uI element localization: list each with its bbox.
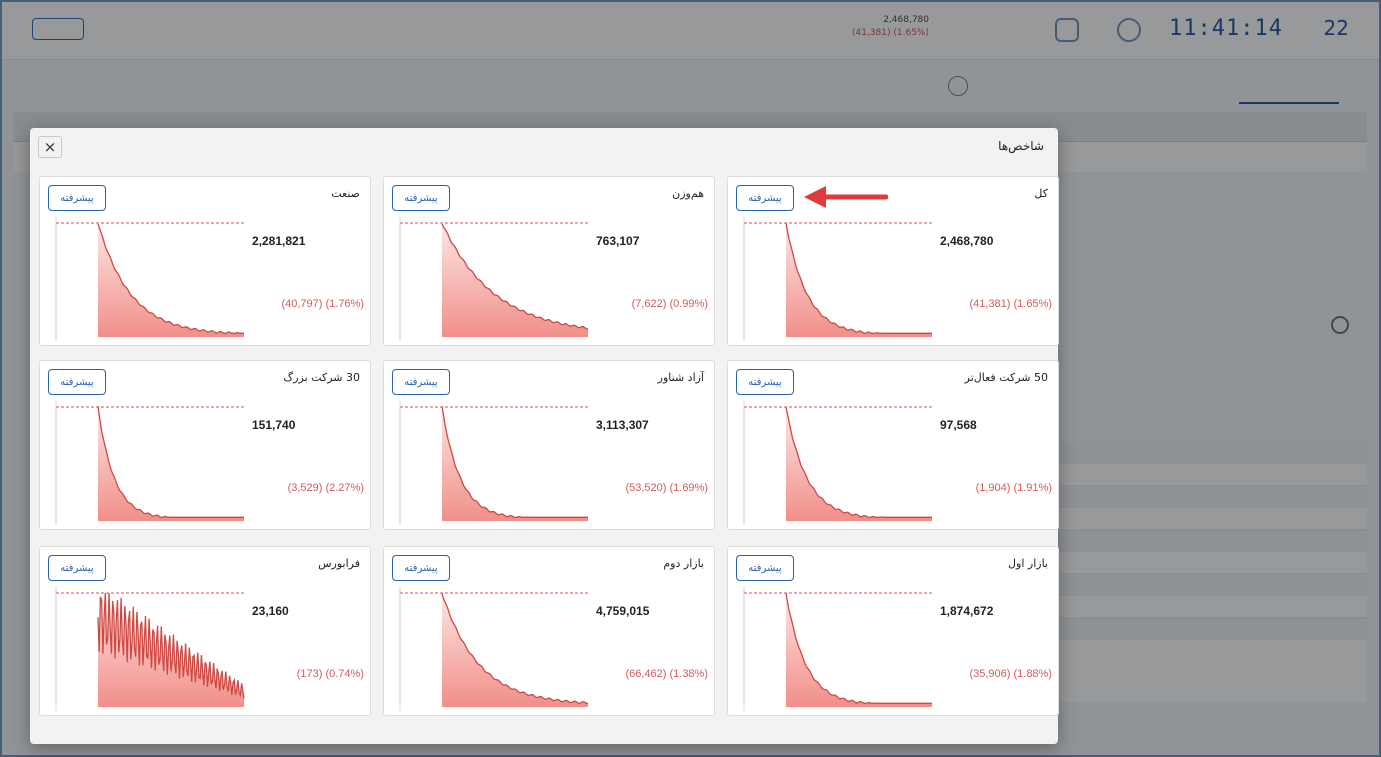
card-title: کل [1034, 187, 1048, 200]
index-value: 151,740 [252, 418, 296, 432]
card-title: بازار دوم [663, 557, 704, 570]
chart-area [786, 407, 932, 521]
chart-area [442, 223, 588, 337]
index-change: (3,529) (2.27%) [287, 482, 364, 494]
card-title: صنعت [331, 187, 360, 200]
index-sparkline [399, 401, 588, 525]
chart-area [786, 223, 932, 337]
index-card-farabourse: فرابورس پیشرفته 23,160 (173) (0.74%) [39, 546, 371, 716]
modal-header: شاخص‌ها × [30, 128, 1058, 166]
card-title: فرابورس [318, 557, 360, 570]
card-title: آزاد شناور [657, 371, 704, 384]
close-icon: × [43, 138, 57, 156]
advanced-button[interactable]: پیشرفته [48, 185, 106, 211]
red-arrow-icon [804, 186, 888, 208]
index-value: 23,160 [252, 604, 289, 618]
index-card-top30: 30 شرکت بزرگ پیشرفته 151,740 (3,529) (2.… [39, 360, 371, 530]
index-card-equal-weight: هم‌وزن پیشرفته 763,107 (7,622) (0.99%) [383, 176, 715, 346]
advanced-button[interactable]: پیشرفته [736, 185, 794, 211]
index-sparkline [743, 587, 932, 711]
advanced-button[interactable]: پیشرفته [48, 369, 106, 395]
close-button[interactable]: × [38, 136, 62, 158]
index-card-total: کل پیشرفته 2,468,780 (41,381) (1.65%) [727, 176, 1059, 346]
index-change: (7,622) (0.99%) [631, 298, 708, 310]
index-sparkline [55, 217, 244, 341]
index-value: 3,113,307 [596, 418, 649, 432]
card-title: بازار اول [1008, 557, 1048, 570]
chart-area [98, 223, 244, 337]
index-change: (40,797) (1.76%) [281, 298, 364, 310]
chart-area [98, 593, 244, 707]
indices-modal: شاخص‌ها × کل پیشرفته 2,468,780 (41,381) … [30, 128, 1059, 744]
advanced-button[interactable]: پیشرفته [392, 369, 450, 395]
advanced-button[interactable]: پیشرفته [736, 369, 794, 395]
index-change: (1,904) (1.91%) [975, 482, 1052, 494]
index-change: (173) (0.74%) [296, 668, 364, 680]
index-sparkline [55, 587, 245, 711]
index-card-industry: صنعت پیشرفته 2,281,821 (40,797) (1.76%) [39, 176, 371, 346]
index-change: (66,462) (1.38%) [625, 668, 708, 680]
index-sparkline [399, 587, 588, 711]
index-value: 4,759,015 [596, 604, 650, 618]
index-change: (35,906) (1.88%) [969, 668, 1052, 680]
advanced-button[interactable]: پیشرفته [736, 555, 794, 581]
index-value: 97,568 [940, 418, 977, 432]
index-value: 763,107 [596, 234, 640, 248]
index-value: 2,281,821 [252, 234, 306, 248]
index-sparkline [743, 401, 932, 525]
advanced-button[interactable]: پیشرفته [392, 185, 450, 211]
chart-area [442, 406, 588, 521]
index-value: 2,468,780 [940, 234, 994, 248]
index-sparkline [399, 217, 588, 341]
card-title: 50 شرکت فعال‌تر [964, 371, 1048, 384]
index-change: (53,520) (1.69%) [625, 482, 708, 494]
card-title: 30 شرکت بزرگ [283, 371, 360, 384]
advanced-button[interactable]: پیشرفته [48, 555, 106, 581]
index-sparkline [743, 217, 932, 341]
chart-area [98, 406, 244, 521]
chart-area [442, 593, 588, 707]
index-sparkline [55, 401, 244, 525]
index-change: (41,381) (1.65%) [969, 298, 1052, 310]
index-card-second-market: بازار دوم پیشرفته 4,759,015 (66,462) (1.… [383, 546, 715, 716]
chart-area [786, 592, 932, 707]
index-card-top50: 50 شرکت فعال‌تر پیشرفته 97,568 (1,904) (… [727, 360, 1059, 530]
index-card-free-float: آزاد شناور پیشرفته 3,113,307 (53,520) (1… [383, 360, 715, 530]
index-value: 1,874,672 [940, 604, 994, 618]
advanced-button[interactable]: پیشرفته [392, 555, 450, 581]
modal-title: شاخص‌ها [998, 139, 1044, 153]
card-title: هم‌وزن [672, 187, 704, 200]
index-card-first-market: بازار اول پیشرفته 1,874,672 (35,906) (1.… [727, 546, 1059, 716]
